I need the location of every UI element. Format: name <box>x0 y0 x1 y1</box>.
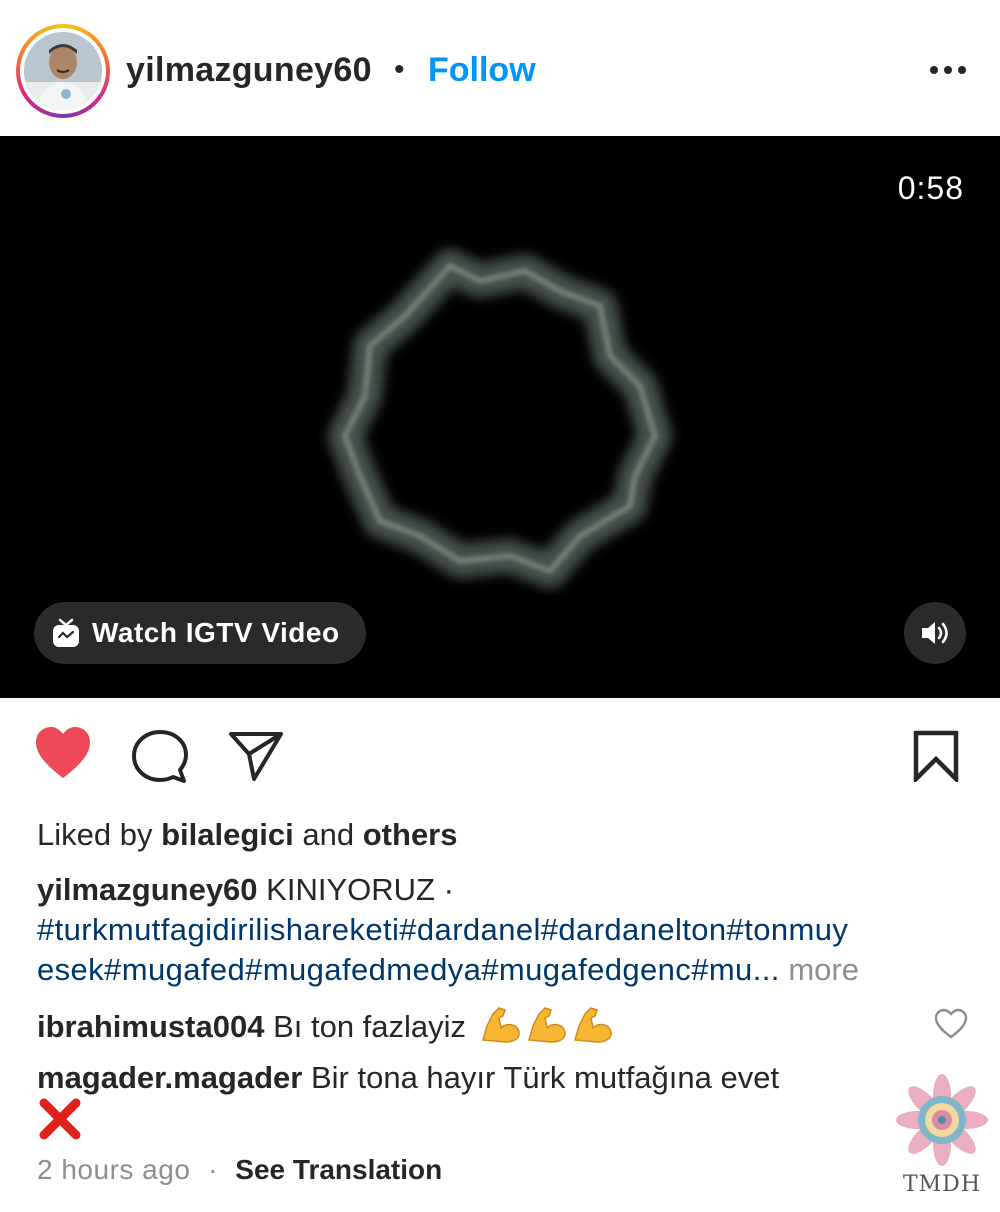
follow-button[interactable]: Follow <box>428 46 536 94</box>
header-separator: • <box>394 53 405 86</box>
likes-summary: Liked by bilalegici and others <box>37 815 458 855</box>
watermark-logo: TMDH <box>892 1070 992 1200</box>
mandala-ornament-icon <box>896 1074 988 1166</box>
see-translation-link[interactable]: See Translation <box>235 1154 442 1185</box>
meta-separator: · <box>208 1154 218 1185</box>
heart-filled-icon[interactable] <box>34 726 92 782</box>
likes-others-link[interactable]: others <box>363 817 458 852</box>
story-ring[interactable] <box>16 24 110 118</box>
speaker-icon <box>922 622 948 644</box>
avatar[interactable] <box>24 32 102 110</box>
post-header: yilmazguney60 • Follow <box>0 0 1000 136</box>
paper-plane-icon[interactable] <box>228 730 284 782</box>
flexed-biceps-emoji <box>479 1004 617 1054</box>
video-duration: 0:58 <box>897 170 964 206</box>
post-timestamp[interactable]: 2 hours ago <box>37 1154 190 1185</box>
comment-item: ibrahimusta004 Bı ton fazlayiz <box>37 1004 617 1054</box>
bookmark-icon[interactable] <box>912 730 960 782</box>
igtv-icon <box>53 618 79 647</box>
post-meta: 2 hours ago · See Translation <box>37 1150 442 1190</box>
like-comment-heart-icon[interactable] <box>934 1008 968 1040</box>
cross-mark-emoji <box>39 1098 81 1140</box>
caption-author[interactable]: yilmazguney60 <box>37 872 258 907</box>
video-player[interactable]: 0:58 Watch IGTV Video <box>0 136 1000 698</box>
comment-text: Bir tona hayır Türk mutfağına evet <box>310 1060 780 1095</box>
watch-igtv-label: Watch IGTV Video <box>92 617 340 648</box>
comment-text: Bı ton fazlayiz <box>273 1009 467 1045</box>
caption-hashtags-line-2[interactable]: esek#mugafed#mugafedmedya#mugafedgenc#mu… <box>37 952 780 987</box>
caption-more-link[interactable]: more <box>788 952 859 987</box>
watermark-text: TMDH <box>902 1172 982 1197</box>
sound-toggle-button[interactable] <box>904 602 966 664</box>
action-bar <box>0 726 1000 790</box>
caption-hashtags-line-1[interactable]: #turkmutfagidirilishareketi#dardanel#dar… <box>37 910 967 950</box>
liked-by-user-link[interactable]: bilalegici <box>161 817 294 852</box>
watch-igtv-button[interactable]: Watch IGTV Video <box>34 602 366 664</box>
comment-icon[interactable] <box>132 730 188 784</box>
comment-username[interactable]: magader.magader <box>37 1060 302 1095</box>
post-username[interactable]: yilmazguney60 <box>126 46 372 94</box>
likes-and: and <box>302 817 355 852</box>
post-caption: yilmazguney60 KINIYORUZ · #turkmutfagidi… <box>37 870 967 990</box>
more-options-icon[interactable] <box>928 60 968 80</box>
video-frame-smoke-ring <box>328 249 672 588</box>
comment-username[interactable]: ibrahimusta004 <box>37 1009 264 1044</box>
likes-prefix: Liked by <box>37 817 153 852</box>
caption-text: KINIYORUZ · <box>266 872 454 907</box>
comment-item: magader.magader Bir tona hayır Türk mutf… <box>37 1058 779 1098</box>
